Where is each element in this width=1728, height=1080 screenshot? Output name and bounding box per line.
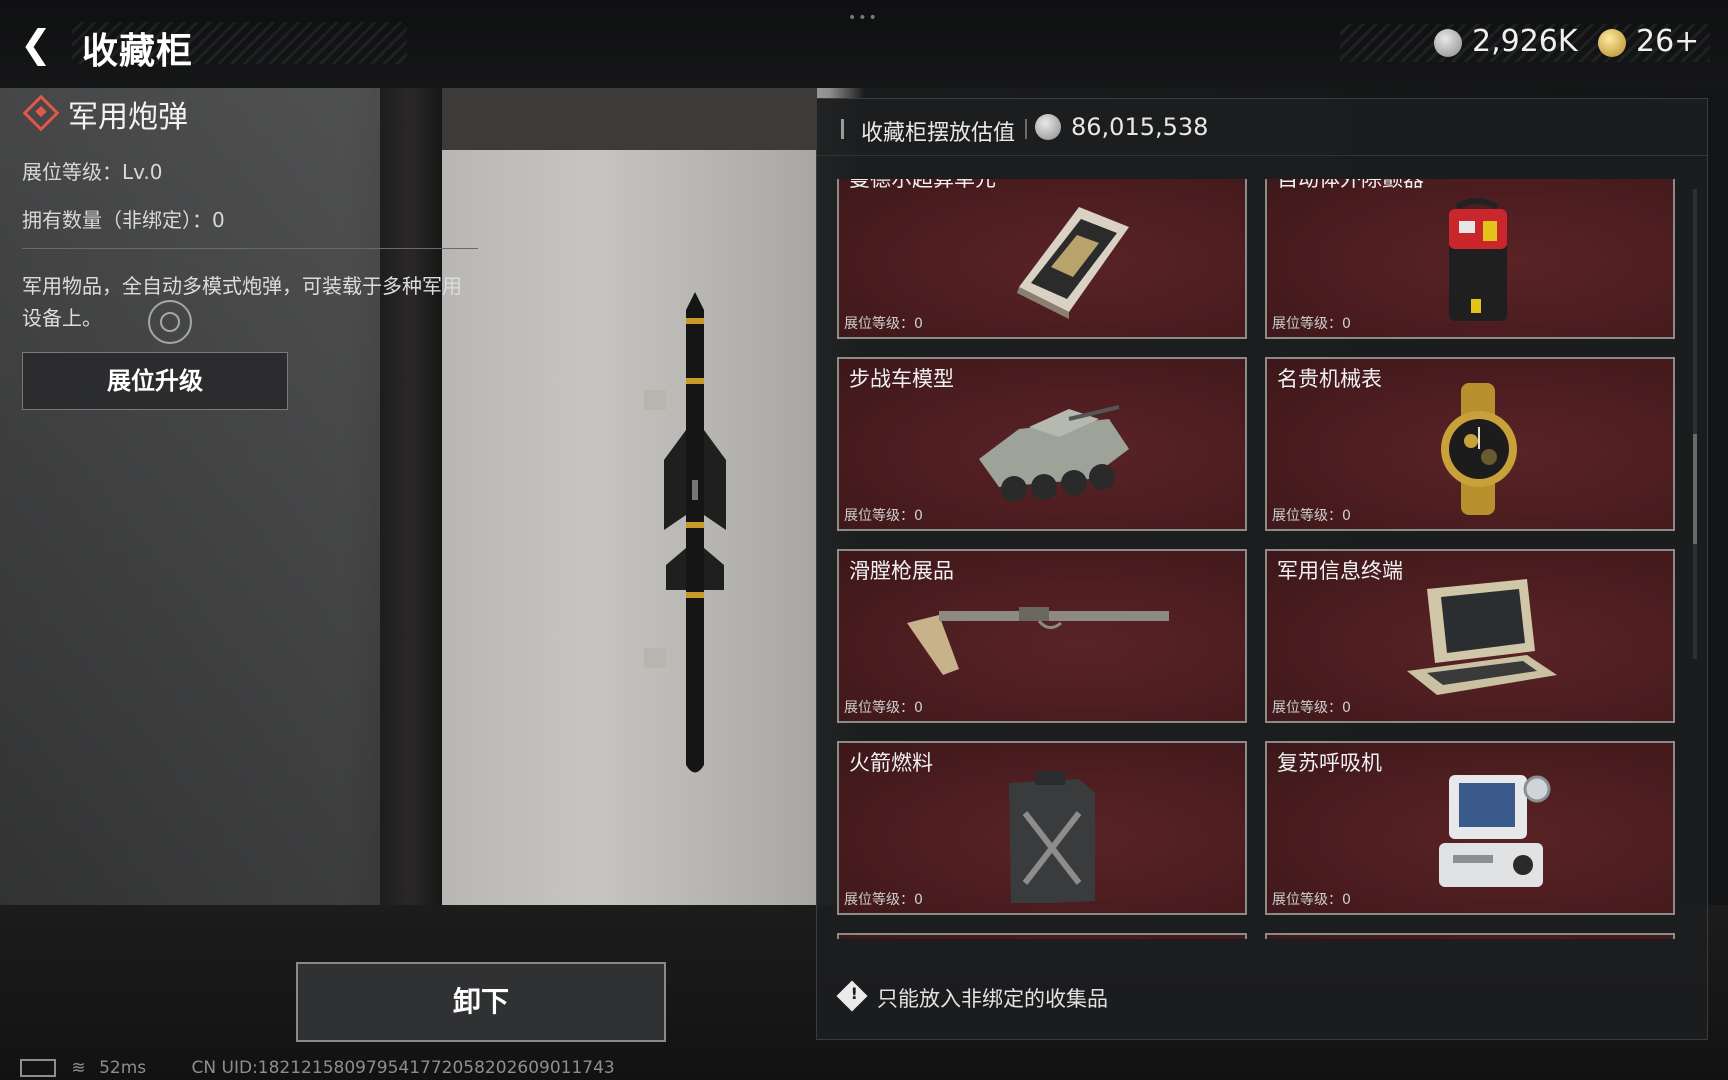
back-button[interactable]: ❮ <box>20 24 60 64</box>
collection-card[interactable]: 名贵机械表 展位等级：0 <box>1265 357 1675 531</box>
card-level: 展位等级：0 <box>1272 700 1351 716</box>
page-title: 收藏柜 <box>82 31 194 72</box>
cabinet-pillar <box>380 88 442 968</box>
status-bar: ≋ 52ms CN UID:18212158097954177205820260… <box>20 1058 615 1080</box>
card-level: 展位等级：0 <box>1272 508 1351 524</box>
card-name: 军用信息终端 <box>1277 559 1403 583</box>
card-level: 展位等级：0 <box>1272 892 1351 908</box>
defibrillator-icon <box>1449 198 1507 321</box>
fuel-can-icon <box>1009 771 1095 903</box>
target-icon[interactable] <box>148 300 192 344</box>
cabinet-back-wall <box>442 150 817 910</box>
collection-card[interactable]: 滑膛枪展品 展位等级：0 <box>837 549 1247 723</box>
footer-note: 只能放入非绑定的收集品 <box>877 987 1108 1011</box>
back-arrow-icon: ❮ <box>20 22 52 66</box>
card-name: 火箭燃料 <box>849 751 933 775</box>
collection-grid[interactable]: 曼德尔超算单元 展位等级：0 自动体外除颤器 展位等级：0 步战车模型 展位等级… <box>837 179 1687 939</box>
item-name: 军用炮弹 <box>68 100 188 135</box>
card-level: 展位等级：0 <box>844 508 923 524</box>
terminal-case-icon <box>1407 579 1557 695</box>
warning-icon <box>836 980 868 1012</box>
card-level: 展位等级：0 <box>844 892 923 908</box>
card-level: 展位等级：0 <box>1272 316 1351 332</box>
header-separator <box>1025 119 1027 139</box>
gold-balance[interactable]: 26+ <box>1636 24 1699 59</box>
compute-unit-icon <box>1017 207 1129 319</box>
panel-header: 收藏柜摆放估值 86,015,538 <box>817 99 1707 156</box>
ping: 52ms <box>99 1058 147 1078</box>
top-bar: ••• ❮ 收藏柜 2,926K 26+ <box>0 0 1728 88</box>
wifi-icon: ≋ <box>71 1058 86 1078</box>
card-level: 展位等级：0 <box>844 700 923 716</box>
silver-coin-icon <box>1434 29 1462 57</box>
musket-icon <box>907 607 1169 675</box>
valuation-label: 收藏柜摆放估值 <box>861 121 1016 146</box>
ventilator-icon <box>1439 775 1551 887</box>
card-name: 复苏呼吸机 <box>1277 751 1382 775</box>
item-level: 展位等级：Lv.0 <box>22 160 163 184</box>
item-description: 军用物品，全自动多模式炮弹，可装载于多种军用设备上。 <box>22 274 462 330</box>
collection-card[interactable]: 自动体外除颤器 展位等级：0 <box>1265 179 1675 339</box>
unload-button[interactable]: 卸下 <box>296 962 666 1042</box>
scrollbar-track[interactable] <box>1693 189 1697 659</box>
ifv-model-icon <box>979 405 1129 502</box>
divider <box>22 248 478 249</box>
collection-card[interactable] <box>837 933 1247 939</box>
item-owned-count: 拥有数量（非绑定）：0 <box>22 208 225 232</box>
collection-card[interactable]: 复苏呼吸机 展位等级：0 <box>1265 741 1675 915</box>
collection-panel: 收藏柜摆放估值 86,015,538 曼德尔超算单元 展位等级：0 自动体外除颤… <box>816 98 1708 1040</box>
collection-card[interactable]: 火箭燃料 展位等级：0 <box>837 741 1247 915</box>
card-name: 名贵机械表 <box>1277 367 1382 391</box>
cabinet-top <box>442 88 817 150</box>
user-uid: CN UID:18212158097954177205820260901174​… <box>191 1058 615 1078</box>
card-level: 展位等级：0 <box>844 316 923 332</box>
collection-card[interactable]: 曼德尔超算单元 展位等级：0 <box>837 179 1247 339</box>
collection-card[interactable]: 军用信息终端 展位等级：0 <box>1265 549 1675 723</box>
header-accent <box>841 119 844 139</box>
upgrade-button[interactable]: 展位升级 <box>22 352 288 410</box>
silver-balance: 2,926K <box>1472 24 1578 59</box>
battery-icon <box>20 1059 56 1077</box>
military-shell-model <box>644 292 726 773</box>
scrollbar-thumb[interactable] <box>1693 434 1697 544</box>
gold-coin-icon <box>1598 29 1626 57</box>
collection-card[interactable]: 步战车模型 展位等级：0 <box>837 357 1247 531</box>
collection-card[interactable] <box>1265 933 1675 939</box>
more-dots-icon[interactable]: ••• <box>848 10 879 26</box>
silver-coin-icon <box>1035 114 1061 140</box>
valuation-value: 86,015,538 <box>1071 113 1209 141</box>
watch-icon <box>1441 383 1517 515</box>
card-name: 步战车模型 <box>849 367 954 391</box>
